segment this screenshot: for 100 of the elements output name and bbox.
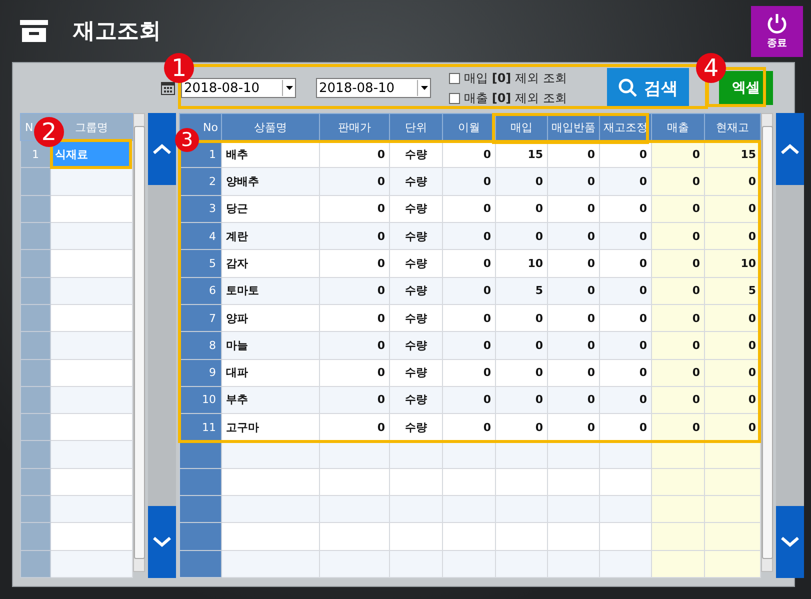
table-cell: 수량 bbox=[390, 250, 442, 278]
scroll-up-button[interactable] bbox=[776, 113, 804, 185]
table-cell: 0 bbox=[600, 222, 652, 250]
table-cell: 0 bbox=[652, 250, 704, 278]
table-cell: 당근 bbox=[222, 195, 320, 222]
table-cell: 감자 bbox=[222, 250, 320, 278]
row-number: 6 bbox=[209, 284, 216, 298]
table-cell: 0 bbox=[320, 332, 390, 359]
column-header: 상품명 bbox=[222, 114, 320, 140]
table-cell: 0 bbox=[600, 386, 652, 414]
table-cell: 0 bbox=[442, 304, 496, 332]
table-cell: 양파 bbox=[222, 304, 320, 332]
table-cell: 0 bbox=[496, 168, 548, 196]
table-cell: 계란 bbox=[222, 222, 320, 250]
table-cell: 수량 bbox=[390, 386, 442, 414]
table-cell: 0 bbox=[652, 386, 704, 414]
scroll-up-button[interactable] bbox=[148, 113, 176, 185]
table-cell: 0 bbox=[442, 168, 496, 196]
table-cell: 0 bbox=[442, 195, 496, 222]
table-cell: 0 bbox=[652, 359, 704, 386]
excel-button[interactable]: 엑셀 bbox=[719, 71, 773, 105]
table-cell: 수량 bbox=[390, 277, 442, 304]
archive-box-icon bbox=[20, 20, 48, 42]
table-cell: 0 bbox=[652, 168, 704, 196]
row-number: 1 bbox=[32, 148, 39, 161]
scroll-down-button[interactable] bbox=[776, 506, 804, 578]
row-number: 10 bbox=[202, 393, 216, 406]
column-header: 매출 bbox=[652, 114, 704, 140]
scrollbar[interactable] bbox=[133, 113, 145, 572]
table-cell: 0 bbox=[548, 414, 600, 441]
table-cell: 0 bbox=[704, 332, 760, 359]
table-cell: 0 bbox=[704, 195, 760, 222]
table-cell: 0 bbox=[548, 277, 600, 304]
table-cell: 0 bbox=[704, 168, 760, 196]
table-cell: 0 bbox=[442, 386, 496, 414]
callout-badge: 1 bbox=[164, 53, 194, 83]
table-cell: 수량 bbox=[390, 222, 442, 250]
checkbox[interactable] bbox=[449, 92, 460, 104]
column-header: 판매가 bbox=[320, 114, 390, 140]
table-cell: 수량 bbox=[390, 359, 442, 386]
table-cell: 0 bbox=[548, 195, 600, 222]
window-title: 재고조회 bbox=[73, 18, 162, 46]
exit-button[interactable]: 종료 bbox=[751, 6, 803, 56]
table-cell: 0 bbox=[320, 250, 390, 278]
table-cell: 0 bbox=[704, 414, 760, 441]
row-number: 3 bbox=[209, 202, 216, 216]
checkbox-label: 매출 [0] 제외 조회 bbox=[464, 90, 567, 106]
table-cell: 0 bbox=[496, 414, 548, 441]
table-cell: 수량 bbox=[390, 168, 442, 196]
table-cell: 0 bbox=[548, 332, 600, 359]
chevron-down-icon bbox=[153, 537, 171, 547]
scroll-down-button[interactable] bbox=[148, 506, 176, 578]
table-cell: 0 bbox=[652, 332, 704, 359]
row-number: 5 bbox=[209, 256, 216, 270]
column-header: 이월 bbox=[442, 114, 496, 140]
table-cell: 수량 bbox=[390, 304, 442, 332]
row-number: 4 bbox=[209, 230, 216, 243]
table-cell: 0 bbox=[548, 222, 600, 250]
table-cell: 0 bbox=[600, 250, 652, 278]
table-cell: 0 bbox=[442, 250, 496, 278]
row-number: 8 bbox=[209, 338, 216, 352]
table-cell: 0 bbox=[496, 195, 548, 222]
table-cell: 10 bbox=[496, 250, 548, 278]
table-cell: 0 bbox=[442, 277, 496, 304]
search-button[interactable]: 검색 bbox=[607, 68, 689, 108]
scrollbar[interactable] bbox=[761, 113, 773, 572]
table-cell: 0 bbox=[548, 168, 600, 196]
checkbox-label: 매입 [0] 제외 조회 bbox=[464, 70, 567, 86]
table-cell: 0 bbox=[320, 277, 390, 304]
calendar-icon bbox=[161, 81, 175, 95]
table-cell: 0 bbox=[320, 386, 390, 414]
table-cell: 0 bbox=[652, 304, 704, 332]
table-cell: 0 bbox=[600, 359, 652, 386]
callout-badge: 4 bbox=[696, 53, 726, 83]
power-icon bbox=[766, 12, 788, 34]
checkbox[interactable] bbox=[449, 72, 460, 84]
table-cell: 0 bbox=[652, 277, 704, 304]
table-cell: 0 bbox=[496, 386, 548, 414]
date-to-field[interactable]: 2018-08-10 bbox=[316, 78, 431, 98]
table-cell: 0 bbox=[548, 250, 600, 278]
dropdown-arrow-icon bbox=[286, 86, 292, 90]
chevron-up-icon bbox=[781, 144, 799, 154]
table-cell: 0 bbox=[320, 414, 390, 441]
table-cell: 0 bbox=[600, 168, 652, 196]
column-header: 단위 bbox=[390, 114, 442, 140]
table-cell: 0 bbox=[496, 332, 548, 359]
table-cell: 0 bbox=[548, 359, 600, 386]
date-from-field[interactable]: 2018-08-10 bbox=[181, 78, 296, 98]
table-cell: 0 bbox=[704, 359, 760, 386]
table-cell: 0 bbox=[652, 195, 704, 222]
table-cell: 10 bbox=[704, 250, 760, 278]
table-cell: 0 bbox=[320, 195, 390, 222]
table-cell: 0 bbox=[442, 222, 496, 250]
table-cell: 0 bbox=[600, 304, 652, 332]
table-cell: 0 bbox=[442, 414, 496, 441]
table-cell: 0 bbox=[320, 304, 390, 332]
table-cell: 5 bbox=[704, 277, 760, 304]
search-icon bbox=[618, 78, 638, 98]
table-cell: 0 bbox=[704, 304, 760, 332]
row-number: 2 bbox=[209, 174, 216, 188]
